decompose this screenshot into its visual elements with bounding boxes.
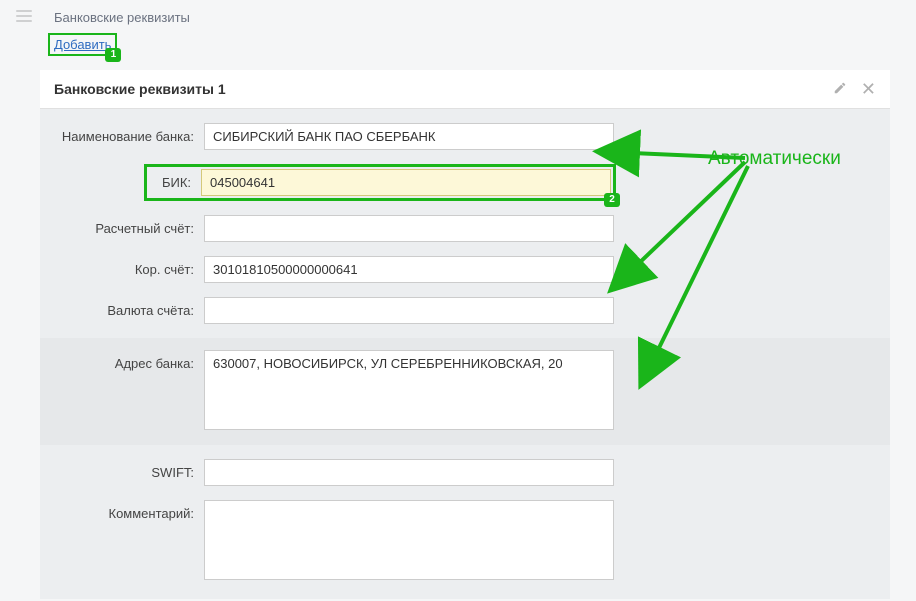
bank-name-input[interactable] bbox=[204, 123, 614, 150]
annotation-badge-2: 2 bbox=[604, 193, 620, 207]
annotation-badge-1: 1 bbox=[105, 48, 121, 62]
corr-account-input[interactable] bbox=[204, 256, 614, 283]
bik-input[interactable] bbox=[201, 169, 611, 196]
bank-name-label: Наименование банка: bbox=[54, 123, 204, 144]
close-icon[interactable]: ✕ bbox=[861, 80, 876, 98]
bank-address-input[interactable]: 630007, НОВОСИБИРСК, УЛ СЕРЕБРЕННИКОВСКА… bbox=[204, 350, 614, 430]
edit-icon[interactable] bbox=[833, 81, 847, 98]
bank-address-label: Адрес банка: bbox=[54, 350, 204, 371]
currency-label: Валюта счёта: bbox=[54, 297, 204, 318]
section-title: Банковские реквизиты 1 bbox=[54, 81, 226, 97]
annotation-label: Автоматически bbox=[708, 148, 841, 170]
account-label: Расчетный счёт: bbox=[54, 215, 204, 236]
account-input[interactable] bbox=[204, 215, 614, 242]
comment-input[interactable] bbox=[204, 500, 614, 580]
swift-label: SWIFT: bbox=[54, 459, 204, 480]
currency-input[interactable] bbox=[204, 297, 614, 324]
comment-label: Комментарий: bbox=[54, 500, 204, 521]
swift-input[interactable] bbox=[204, 459, 614, 486]
corr-account-label: Кор. счёт: bbox=[54, 256, 204, 277]
menu-icon[interactable] bbox=[16, 10, 32, 22]
bik-label: БИК: bbox=[147, 175, 201, 190]
page-title: Банковские реквизиты bbox=[54, 4, 916, 25]
